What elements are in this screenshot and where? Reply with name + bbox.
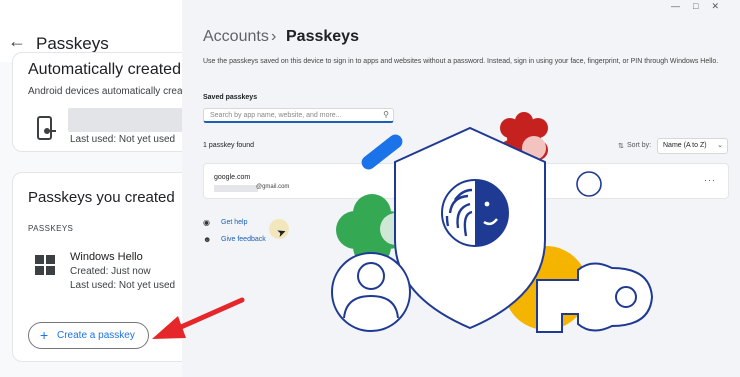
user-created-title: Passkeys you created bbox=[28, 189, 175, 206]
redacted-email bbox=[214, 185, 258, 192]
search-input[interactable]: Search by app name, website, and more...… bbox=[203, 108, 394, 123]
fingerprint-shield-icon bbox=[441, 179, 509, 247]
chevron-down-icon: ⌄ bbox=[717, 142, 723, 149]
redacted-account bbox=[68, 108, 186, 132]
sort-value: Name (A to Z) bbox=[663, 142, 707, 149]
sort-dropdown[interactable]: Name (A to Z) ⌄ bbox=[657, 138, 728, 154]
passkey-email-suffix: @gmail.com bbox=[256, 184, 290, 190]
give-feedback-link[interactable]: Give feedback bbox=[221, 236, 266, 243]
auto-created-card: Automatically created p Android devices … bbox=[12, 52, 186, 152]
create-passkey-button[interactable]: + Create a passkey bbox=[28, 322, 149, 349]
android-passkeys-panel: ← Passkeys Automatically created p Andro… bbox=[0, 0, 186, 377]
passkey-created: Created: Just now bbox=[70, 266, 151, 277]
search-placeholder: Search by app name, website, and more... bbox=[210, 112, 342, 119]
feedback-icon: ☻ bbox=[203, 235, 212, 244]
plus-icon: + bbox=[40, 327, 49, 343]
passkey-site: google.com bbox=[214, 174, 251, 181]
create-passkey-label: Create a passkey bbox=[57, 330, 135, 341]
breadcrumb-passkeys: Passkeys bbox=[286, 28, 359, 45]
breadcrumb-separator: › bbox=[271, 28, 277, 45]
passkeys-section-label: PASSKEYS bbox=[28, 224, 74, 233]
passkey-device-name[interactable]: Windows Hello bbox=[70, 251, 143, 263]
passkeys-description: Use the passkeys saved on this device to… bbox=[203, 58, 719, 65]
breadcrumb-accounts[interactable]: Accounts bbox=[203, 28, 269, 46]
auto-last-used: Last used: Not yet used bbox=[70, 134, 176, 145]
back-arrow-icon[interactable]: ← bbox=[8, 32, 26, 50]
more-options-icon[interactable]: ··· bbox=[704, 175, 716, 185]
outline-circle-shape bbox=[576, 171, 602, 197]
page-title: Passkeys bbox=[36, 34, 109, 53]
search-icon: ⚲ bbox=[383, 110, 389, 119]
windows-logo-icon bbox=[35, 255, 55, 275]
passkey-count: 1 passkey found bbox=[203, 142, 254, 149]
sort-label: Sort by: bbox=[627, 142, 652, 149]
passkey-last-used: Last used: Not yet used bbox=[70, 280, 176, 291]
saved-passkeys-heading: Saved passkeys bbox=[203, 94, 258, 101]
help-icon: ◉ bbox=[203, 218, 210, 227]
phone-key-icon bbox=[37, 116, 56, 140]
auto-created-subtitle: Android devices automatically creat bbox=[28, 86, 186, 97]
user-circle-icon bbox=[331, 252, 411, 332]
sort-icon: ⇅ bbox=[618, 143, 624, 150]
window-controls[interactable]: —□✕ bbox=[671, 1, 732, 12]
auto-created-title: Automatically created p bbox=[28, 61, 186, 78]
get-help-link[interactable]: Get help bbox=[221, 219, 247, 226]
